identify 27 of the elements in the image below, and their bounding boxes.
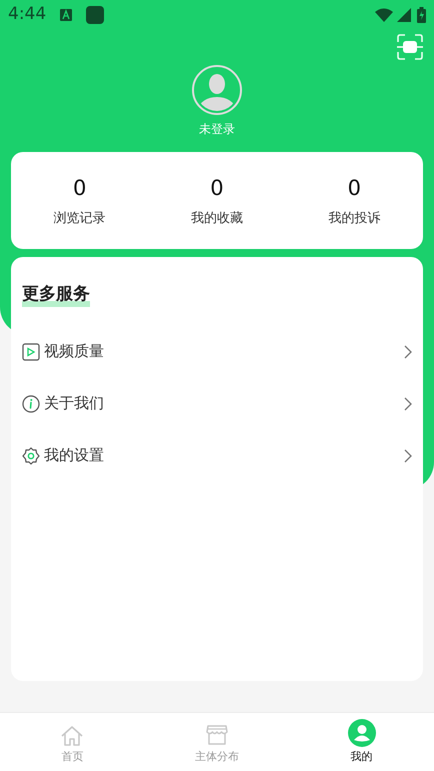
chevron-icon	[404, 448, 412, 462]
wifi-icon	[375, 8, 393, 22]
menu-item[interactable]: 关于我们	[22, 378, 412, 430]
info-icon	[22, 394, 40, 412]
stat-value: 0	[210, 175, 224, 202]
stat-value: 0	[72, 175, 86, 202]
video-icon	[22, 342, 40, 360]
user-icon	[348, 718, 376, 746]
app-icon	[86, 6, 104, 24]
tab[interactable]: 我的	[289, 713, 434, 771]
battery-icon	[417, 7, 426, 23]
menu-item[interactable]: 我的设置	[22, 430, 412, 482]
stat-label[interactable]: 我的收藏	[190, 208, 243, 228]
status-time: 4:44	[8, 3, 46, 26]
section-title: 更多服务	[22, 284, 90, 304]
signal-icon	[397, 8, 411, 22]
stat-label[interactable]: 我的投诉	[328, 208, 380, 228]
avatar-icon[interactable]	[192, 65, 242, 115]
chevron-icon	[404, 344, 412, 358]
chevron-icon	[404, 396, 412, 410]
home-icon	[60, 724, 84, 746]
scan-button[interactable]	[396, 33, 424, 61]
gear-icon	[22, 446, 40, 464]
stat-value: 0	[348, 175, 361, 202]
menu-item[interactable]: 视频质量	[22, 326, 412, 378]
stat-label[interactable]: 浏览记录	[54, 208, 106, 228]
store-icon	[204, 722, 229, 746]
